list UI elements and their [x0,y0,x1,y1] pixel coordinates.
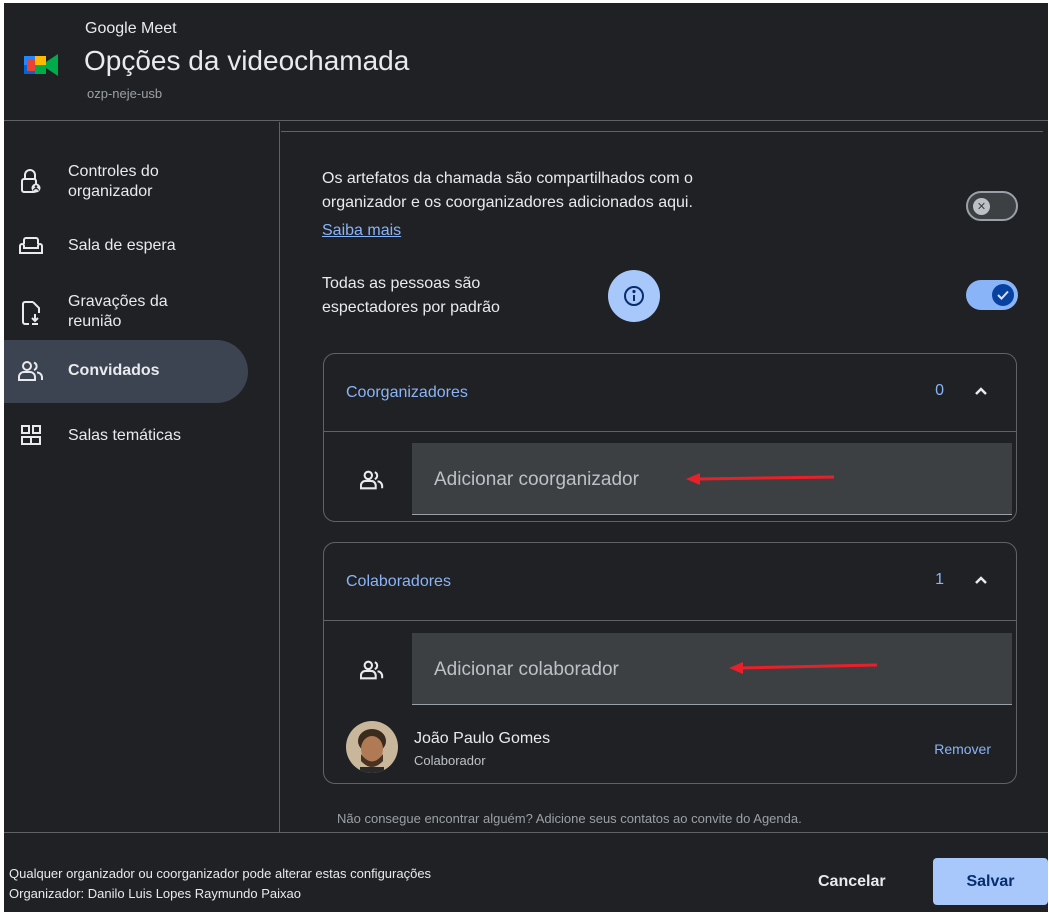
collaborators-count: 1 [935,571,944,588]
sidebar-item-label: Salas temáticas [68,427,181,444]
hint-text: Não consegue encontrar alguém? Adicione … [337,811,802,826]
collaborators-title: Colaboradores [346,573,451,590]
sidebar-item-label: Controles do organizador [68,163,159,200]
sidebar-item-label: Gravações da reunião [68,293,168,330]
chevron-up-icon [975,387,987,395]
check-icon [992,284,1014,306]
people-icon [18,358,44,384]
collaborators-panel: Colaboradores 1 Adicionar colaborador Jo… [323,542,1017,784]
input-placeholder: Adicionar coorganizador [434,469,639,490]
breakout-rooms-icon [18,422,44,448]
google-meet-logo [24,54,58,76]
sidebar-item-host-controls[interactable]: Controles do organizador [4,152,248,212]
avatar [346,721,398,773]
collaborator-name: João Paulo Gomes [414,730,551,747]
sidebar-item-recordings[interactable]: Gravações da reunião [4,282,248,340]
viewers-description: Todas as pessoas são espectadores por pa… [322,275,500,316]
remove-button[interactable]: Remover [934,741,991,757]
sidebar-item-waiting-room[interactable]: Sala de espera [4,228,248,264]
sidebar: Controles do organizador Sala de espera … [4,122,280,832]
permission-note: Qualquer organizador ou coorganizador po… [9,866,432,881]
organizer-name: Organizador: Danilo Luis Lopes Raymundo … [9,886,301,901]
dialog-footer: Qualquer organizador ou coorganizador po… [4,832,1048,912]
coorganizers-header[interactable]: Coorganizadores 0 [324,354,1016,432]
coorganizers-panel: Coorganizadores 0 Adicionar coorganizado… [323,353,1017,522]
chevron-up-icon [975,576,987,584]
save-button[interactable]: Salvar [933,858,1048,905]
dialog: Google Meet Opções da videochamada ozp-n… [4,3,1048,912]
dialog-title: Opções da videochamada [84,45,410,76]
collaborator-role: Colaborador [414,753,486,768]
guests-panel: Os artefatos da chamada são compartilhad… [281,122,1048,832]
sidebar-item-label: Sala de espera [68,237,176,254]
divider [281,131,1043,132]
artifacts-toggle[interactable]: ✕ [966,191,1018,221]
app-name: Google Meet [85,20,177,37]
coorganizers-title: Coorganizadores [346,384,468,401]
artifacts-description: Os artefatos da chamada são compartilhad… [322,170,693,211]
couch-icon [18,233,44,259]
file-download-icon [18,300,44,326]
coorganizers-count: 0 [935,382,944,399]
info-icon [624,286,644,306]
annotation-arrow [686,473,835,485]
learn-more-link[interactable]: Saiba mais [322,222,401,240]
input-placeholder: Adicionar colaborador [434,659,619,680]
info-button[interactable] [608,270,660,322]
sidebar-item-breakout-rooms[interactable]: Salas temáticas [4,418,248,454]
people-icon [360,470,384,490]
collaborators-header[interactable]: Colaboradores 1 [324,543,1016,621]
sidebar-item-guests[interactable]: Convidados [4,340,248,403]
lock-person-icon [18,169,44,195]
add-collaborator-input[interactable]: Adicionar colaborador [412,633,1012,705]
dialog-header: Google Meet Opções da videochamada ozp-n… [4,3,1048,121]
viewers-toggle[interactable] [966,280,1018,310]
cancel-button[interactable]: Cancelar [818,873,886,891]
meeting-code: ozp-neje-usb [87,86,163,101]
close-icon: ✕ [973,198,990,215]
annotation-arrow [729,662,878,674]
sidebar-item-label: Convidados [68,362,160,379]
people-icon [360,660,384,680]
